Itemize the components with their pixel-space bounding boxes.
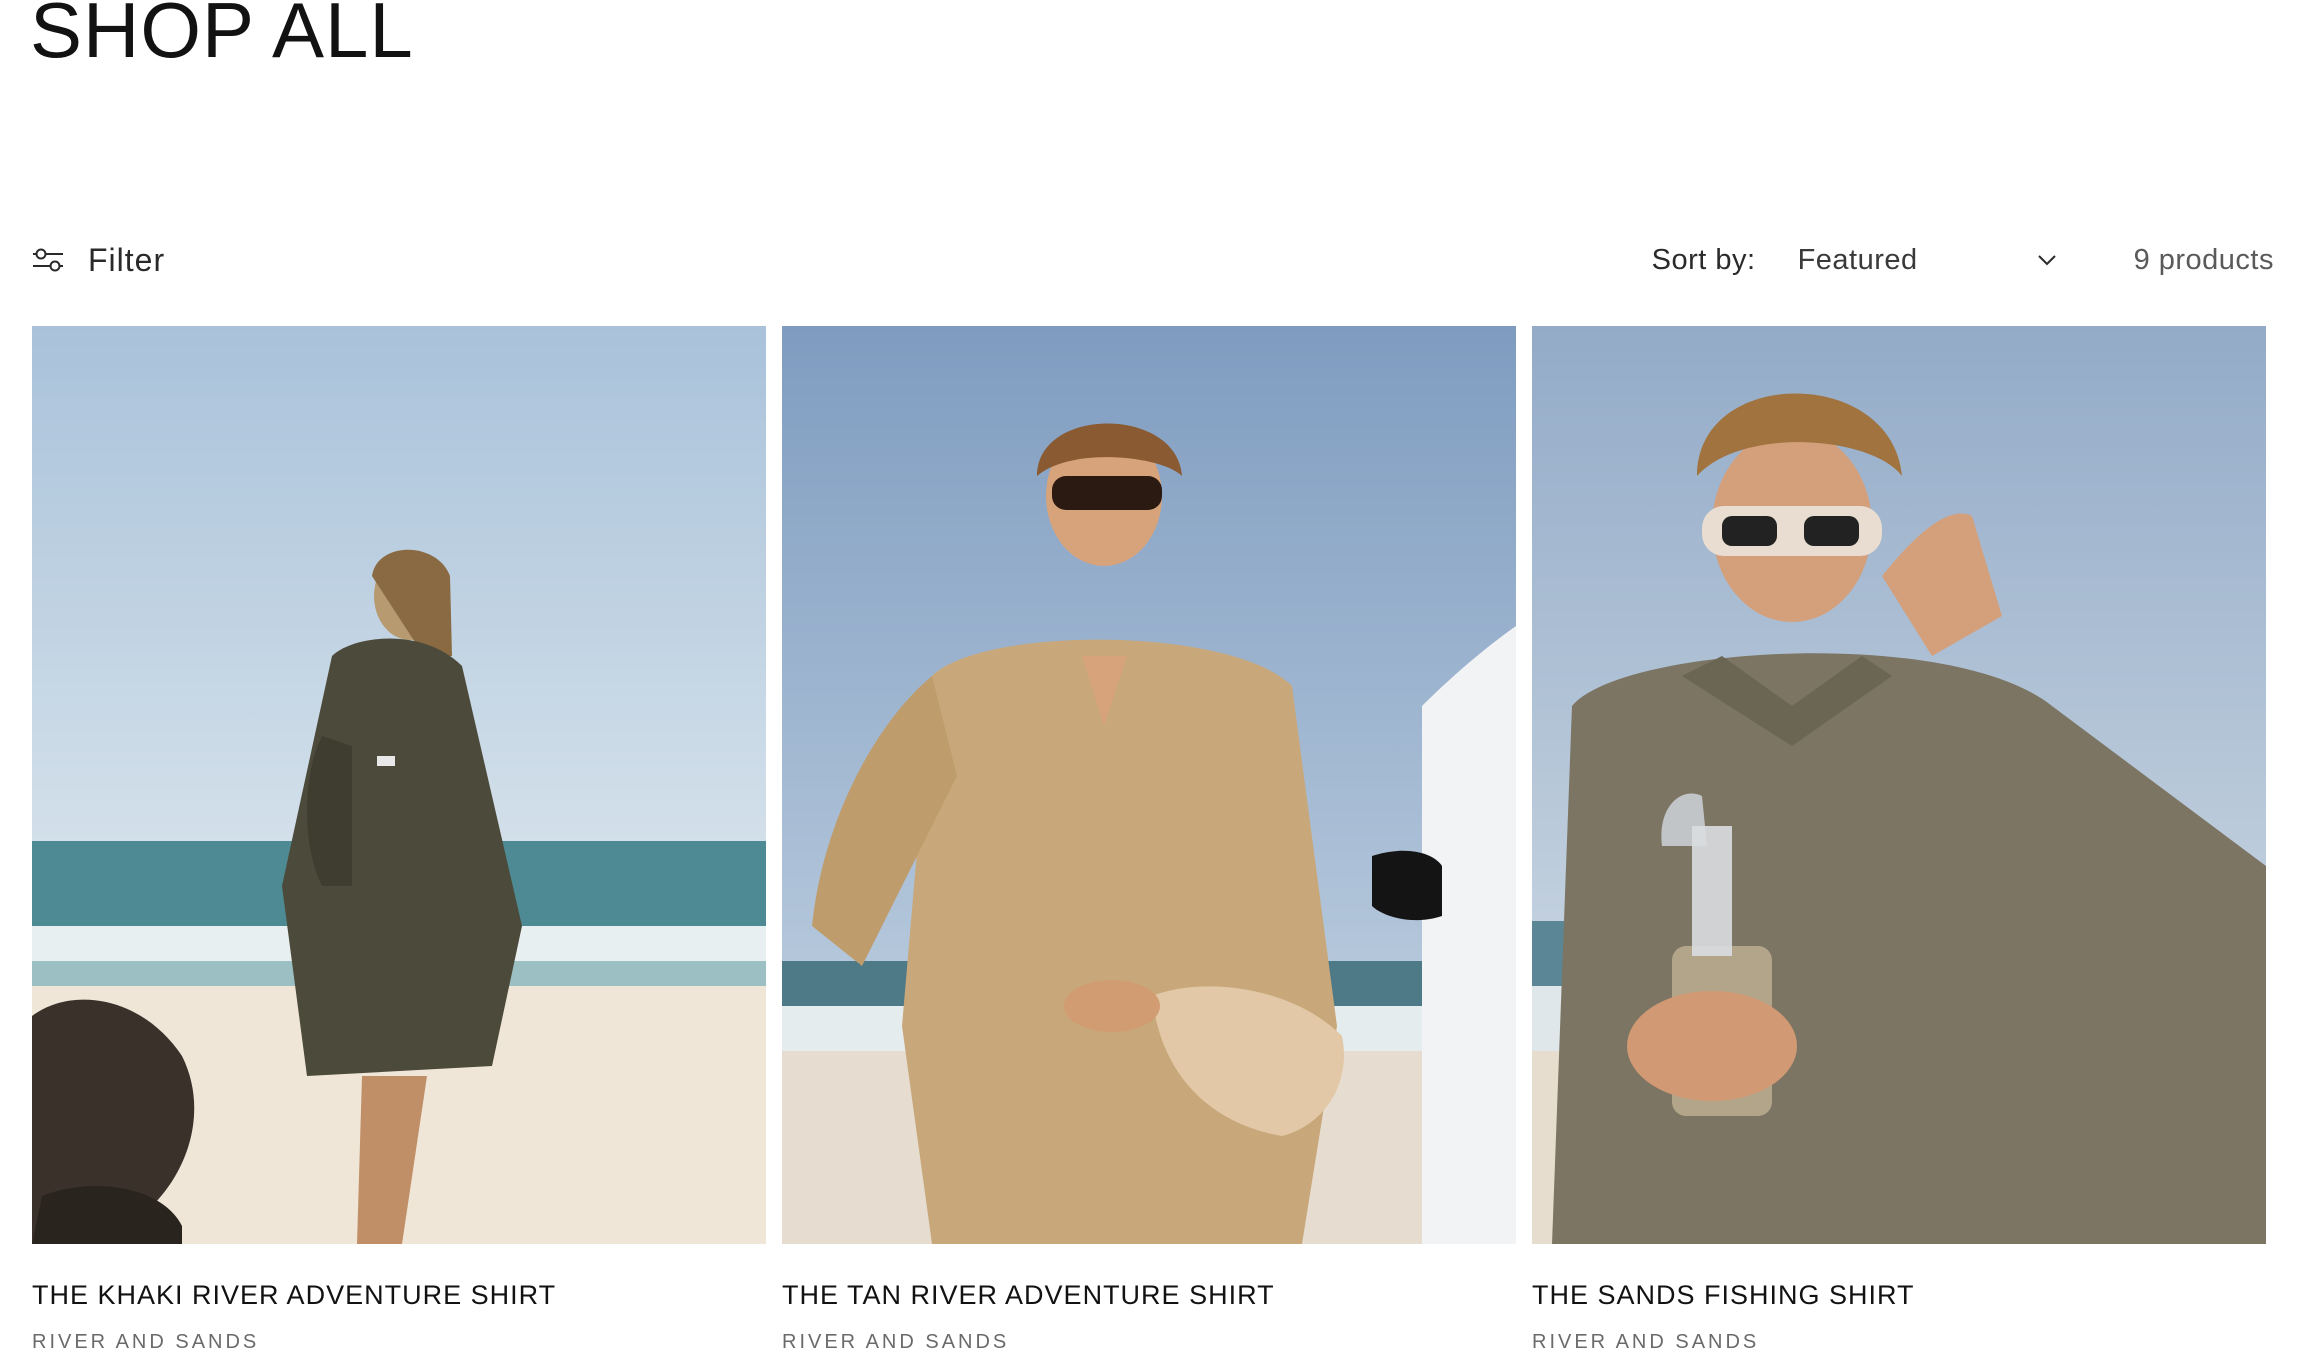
product-title[interactable]: THE KHAKI RIVER ADVENTURE SHIRT [32,1280,766,1311]
product-image-fishing-shirt [1532,326,2266,1244]
product-image[interactable] [32,326,766,1244]
product-image[interactable] [1532,326,2266,1244]
product-grid: THE KHAKI RIVER ADVENTURE SHIRT RIVER AN… [32,326,2268,1358]
product-card[interactable]: THE KHAKI RIVER ADVENTURE SHIRT RIVER AN… [32,326,766,1358]
product-card[interactable]: THE TAN RIVER ADVENTURE SHIRT RIVER AND … [782,326,1516,1358]
product-image-khaki-shirt [32,326,766,1244]
collection-toolbar: Filter Sort by: Featured 9 products [30,232,2274,288]
sort-label: Sort by: [1651,243,1756,276]
collection-page: SHOP ALL Filter Sort by: Featured 9 prod… [0,0,2304,1358]
product-vendor: RIVER AND SANDS [32,1331,260,1353]
sliders-icon [30,242,66,278]
product-vendor: RIVER AND SANDS [782,1331,1010,1353]
product-image-tan-shirt [782,326,1516,1244]
page-title: SHOP ALL [30,0,414,74]
product-count: 9 products [2133,243,2274,276]
product-card[interactable]: THE SANDS FISHING SHIRT RIVER AND SANDS … [1532,326,2266,1358]
filter-label: Filter [88,241,166,278]
product-image[interactable] [782,326,1516,1244]
sort-group: Sort by: Featured 9 products [1652,232,2274,288]
product-title[interactable]: THE SANDS FISHING SHIRT [1532,1280,2266,1311]
chevron-down-icon [2034,247,2060,273]
sort-value: Featured [1797,243,1918,276]
filter-button[interactable]: Filter [30,232,165,288]
product-title[interactable]: THE TAN RIVER ADVENTURE SHIRT [782,1280,1516,1311]
product-vendor: RIVER AND SANDS [1532,1331,1760,1353]
sort-select[interactable]: Featured [1798,235,2068,285]
